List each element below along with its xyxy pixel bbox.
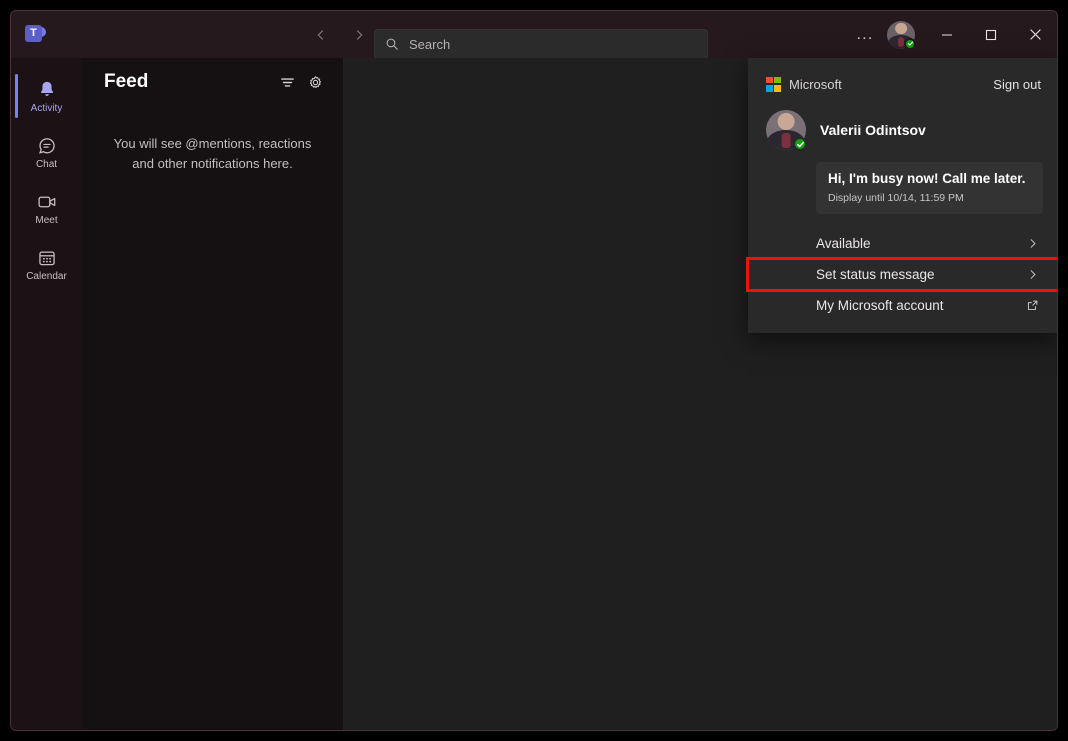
feed-panel: Feed You will see @mentions, reactions a… (82, 58, 344, 730)
checkmark-icon (907, 40, 914, 47)
more-options-button[interactable]: ... (849, 20, 881, 50)
navigation-arrows (307, 11, 373, 58)
chevron-right-icon (1023, 237, 1041, 250)
checkmark-icon (796, 140, 805, 149)
minimize-icon (941, 29, 953, 41)
status-message-text: Hi, I'm busy now! Call me later. (828, 171, 1031, 188)
maximize-icon (985, 29, 997, 41)
video-camera-icon (36, 191, 58, 213)
menu-item-label: Available (816, 236, 1023, 251)
avatar[interactable] (887, 21, 915, 49)
title-bar: T Search ... (11, 11, 1057, 58)
status-message-card[interactable]: Hi, I'm busy now! Call me later. Display… (816, 162, 1043, 214)
left-navigation-rail: Activity Chat Meet (11, 58, 82, 730)
sign-out-link[interactable]: Sign out (993, 77, 1041, 92)
teams-app-window: T Search ... (10, 10, 1058, 731)
chat-bubble-icon (36, 135, 58, 157)
teams-logo-letter: T (25, 25, 42, 42)
presence-badge-available (793, 137, 807, 151)
sidebar-item-meet[interactable]: Meet (11, 180, 82, 236)
account-menu-list: Available Set status message My Microsof… (748, 228, 1058, 321)
bell-icon (36, 79, 58, 101)
minimize-button[interactable] (925, 11, 969, 58)
back-button[interactable] (307, 21, 335, 49)
page-title: Feed (104, 71, 273, 93)
external-link-icon (1023, 299, 1041, 312)
sidebar-item-calendar[interactable]: Calendar (11, 236, 82, 292)
menu-item-set-status-message[interactable]: Set status message (748, 259, 1058, 290)
sidebar-item-label: Chat (36, 160, 57, 170)
teams-logo-icon: T (23, 24, 45, 46)
sidebar-item-activity[interactable]: Activity (11, 68, 82, 124)
feed-header: Feed (82, 58, 343, 106)
status-message-expiry: Display until 10/14, 11:59 PM (828, 192, 1031, 204)
menu-item-my-microsoft-account[interactable]: My Microsoft account (748, 290, 1058, 321)
chevron-right-icon (352, 28, 366, 42)
menu-item-label: Set status message (816, 267, 1023, 282)
forward-button[interactable] (345, 21, 373, 49)
user-display-name: Valerii Odintsov (820, 122, 926, 138)
microsoft-logo-icon (766, 77, 781, 92)
menu-item-available[interactable]: Available (748, 228, 1058, 259)
ms-logo-square-top-left (766, 77, 773, 84)
close-icon (1029, 28, 1042, 41)
feed-filter-button[interactable] (273, 68, 301, 96)
menu-item-label: My Microsoft account (816, 298, 1023, 313)
maximize-button[interactable] (969, 11, 1013, 58)
gear-icon (307, 74, 324, 91)
flyout-brand-row: Microsoft Sign out (748, 72, 1058, 96)
search-placeholder: Search (409, 37, 450, 52)
chevron-right-icon (1023, 268, 1041, 281)
ms-logo-square-bottom-left (766, 85, 773, 92)
ms-logo-square-top-right (774, 77, 781, 84)
feed-empty-message: You will see @mentions, reactions and ot… (82, 134, 343, 174)
sidebar-item-label: Meet (35, 216, 57, 226)
filter-icon (279, 74, 296, 91)
calendar-icon (36, 247, 58, 269)
account-flyout-panel: Microsoft Sign out Valerii Odintsov Hi, … (748, 58, 1058, 333)
sidebar-item-label: Calendar (26, 272, 67, 282)
search-icon (385, 37, 399, 51)
search-bar[interactable]: Search (374, 29, 708, 59)
microsoft-brand-label: Microsoft (789, 77, 993, 92)
feed-settings-button[interactable] (301, 68, 329, 96)
sidebar-item-chat[interactable]: Chat (11, 124, 82, 180)
ms-logo-square-bottom-right (774, 85, 781, 92)
presence-badge-available (904, 38, 916, 50)
chevron-left-icon (314, 28, 328, 42)
close-button[interactable] (1013, 11, 1057, 58)
avatar[interactable] (766, 110, 806, 150)
sidebar-item-label: Activity (31, 104, 63, 114)
flyout-user-row: Valerii Odintsov (748, 96, 1058, 160)
window-controls: ... (849, 11, 1057, 58)
